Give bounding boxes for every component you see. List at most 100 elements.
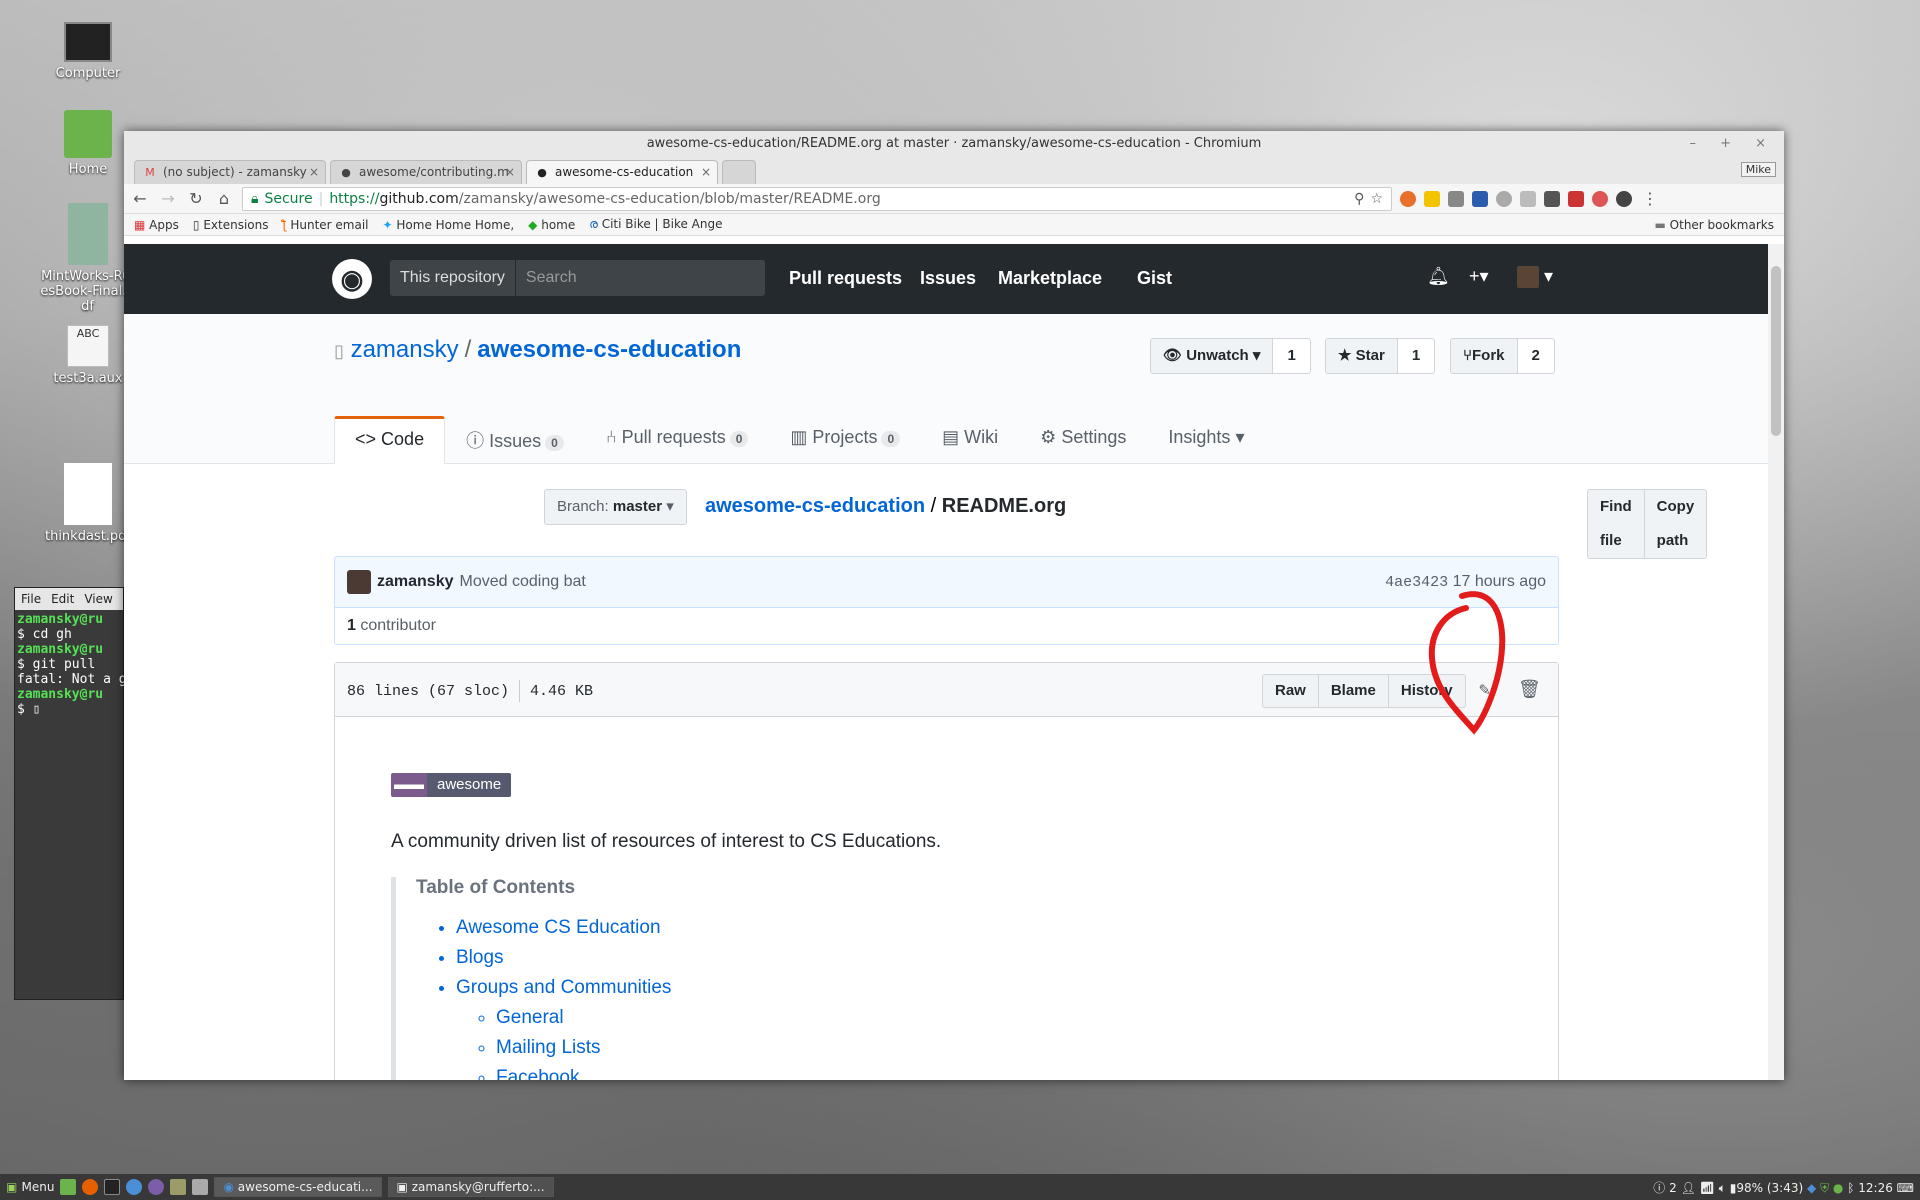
home-icon[interactable]: ⌂ bbox=[214, 189, 234, 208]
extension-icon[interactable] bbox=[1544, 190, 1560, 207]
nav-marketplace[interactable]: Marketplace bbox=[998, 268, 1102, 289]
github-logo-icon[interactable]: ◉ bbox=[332, 259, 372, 299]
close-tab-icon[interactable]: × bbox=[505, 161, 515, 183]
tab-wiki[interactable]: ▤ Wiki bbox=[921, 416, 1019, 464]
extension-icon[interactable] bbox=[1472, 190, 1488, 207]
kebab-menu-icon[interactable]: ⋮ bbox=[1640, 189, 1660, 208]
terminal-menu-view[interactable]: View bbox=[84, 592, 112, 606]
profile-button[interactable]: Mike bbox=[1740, 162, 1776, 177]
extension-icon[interactable] bbox=[1568, 190, 1584, 207]
bookmark-star-icon[interactable]: ☆ bbox=[1370, 191, 1383, 207]
bookmark-hunter-email[interactable]: ƪ Hunter email bbox=[282, 218, 368, 232]
terminal-menu-file[interactable]: File bbox=[21, 592, 41, 606]
extension-icon[interactable] bbox=[1616, 190, 1632, 207]
awesome-badge[interactable]: ▬▬ awesome bbox=[391, 773, 512, 797]
header-search[interactable]: This repository Search bbox=[390, 260, 765, 296]
nav-issues[interactable]: Issues bbox=[920, 268, 976, 289]
window-controls[interactable]: – + × bbox=[1689, 131, 1776, 157]
tab-awesome-contributing[interactable]: ● awesome/contributing.m × bbox=[330, 160, 522, 184]
start-menu-button[interactable]: ▣ Menu bbox=[6, 1180, 54, 1194]
tab-pull-requests[interactable]: ⑃ Pull requests 0 bbox=[585, 416, 770, 464]
extension-icon[interactable] bbox=[1400, 190, 1416, 207]
breadcrumb-repo-link[interactable]: awesome-cs-education bbox=[705, 495, 925, 517]
forks-count[interactable]: 2 bbox=[1517, 338, 1555, 374]
nav-pull-requests[interactable]: Pull requests bbox=[789, 268, 902, 289]
close-tab-icon[interactable]: × bbox=[701, 161, 711, 183]
nav-gist[interactable]: Gist bbox=[1137, 268, 1172, 289]
desktop-icon-computer[interactable]: Computer bbox=[33, 22, 143, 81]
extension-icon[interactable] bbox=[1496, 190, 1512, 207]
screenshot-icon[interactable] bbox=[192, 1179, 209, 1195]
toc-sublink[interactable]: Facebook bbox=[496, 1067, 1502, 1080]
other-bookmarks[interactable]: ▬ Other bookmarks bbox=[1655, 218, 1775, 232]
new-plus-icon[interactable]: +▾ bbox=[1469, 266, 1489, 287]
avatar[interactable] bbox=[347, 570, 371, 594]
files-icon[interactable] bbox=[170, 1179, 187, 1195]
terminal-icon[interactable] bbox=[104, 1179, 121, 1195]
fork-button[interactable]: ⑂Fork bbox=[1450, 338, 1518, 374]
tab-issues[interactable]: ⓘ Issues 0 bbox=[445, 416, 585, 464]
clock[interactable]: 12:26 bbox=[1858, 1181, 1893, 1195]
new-tab-button[interactable] bbox=[722, 160, 756, 184]
page-scrollbar[interactable] bbox=[1768, 244, 1784, 1080]
taskbar-app-chromium[interactable]: ◉ awesome-cs-educati... bbox=[214, 1177, 382, 1197]
toc-link[interactable]: Awesome CS Education bbox=[456, 917, 1502, 939]
chromium-icon[interactable] bbox=[126, 1179, 143, 1195]
terminal-window[interactable]: File Edit View zamansky@ru $ cd gh zaman… bbox=[14, 587, 127, 1000]
extension-icon[interactable] bbox=[1448, 190, 1464, 207]
tab-insights[interactable]: Insights ▾ bbox=[1147, 416, 1265, 464]
show-desktop-icon[interactable] bbox=[60, 1179, 77, 1195]
bookmark-home-home[interactable]: ✦ Home Home Home, bbox=[383, 218, 515, 232]
toc-sublink[interactable]: General bbox=[496, 1007, 1502, 1029]
close-tab-icon[interactable]: × bbox=[309, 161, 319, 183]
update-icon[interactable]: ● bbox=[1833, 1181, 1843, 1195]
star-button[interactable]: ★ Star bbox=[1325, 338, 1398, 374]
toc-link[interactable]: Groups and Communities General Mailing L… bbox=[456, 977, 1502, 1080]
address-bar[interactable]: 🔒︎ Secure | https://github.com/zamansky/… bbox=[242, 186, 1392, 211]
bookmark-home[interactable]: ◆ home bbox=[528, 218, 575, 232]
bookmark-citi-bike[interactable]: ര Citi Bike | Bike Ange bbox=[589, 217, 722, 232]
tab-settings[interactable]: ⚙ Settings bbox=[1019, 416, 1147, 464]
repo-owner-link[interactable]: zamansky bbox=[351, 336, 459, 363]
notifications-bell-icon[interactable]: 🔔︎ bbox=[1427, 266, 1450, 287]
stargazers-count[interactable]: 1 bbox=[1397, 338, 1436, 374]
forward-icon[interactable]: → bbox=[158, 189, 178, 208]
firefox-icon[interactable] bbox=[82, 1179, 99, 1195]
blame-button[interactable]: Blame bbox=[1318, 674, 1389, 708]
emacs-icon[interactable] bbox=[148, 1179, 165, 1195]
unwatch-button[interactable]: 👁︎ Unwatch ▾ bbox=[1150, 338, 1274, 374]
volume-icon[interactable]: 🔈︎ bbox=[1719, 1181, 1726, 1195]
tab-code[interactable]: <> Code bbox=[334, 416, 446, 464]
toc-sublink[interactable]: Mailing Lists bbox=[496, 1037, 1502, 1059]
watchers-count[interactable]: 1 bbox=[1273, 338, 1311, 374]
commit-author[interactable]: zamansky bbox=[377, 573, 454, 591]
info-icon[interactable]: ⓘ bbox=[1653, 1181, 1665, 1195]
commit-message[interactable]: Moved coding bat bbox=[460, 573, 586, 591]
bookmark-extensions[interactable]: ▯ Extensions bbox=[193, 218, 269, 232]
contributors-summary[interactable]: 1 contributor bbox=[334, 607, 1559, 645]
tab-gmail[interactable]: M (no subject) - zamansky × bbox=[134, 160, 326, 184]
bluetooth-icon[interactable]: ᛒ bbox=[1847, 1181, 1854, 1195]
network-icon[interactable]: 📶︎ bbox=[1700, 1181, 1715, 1195]
terminal-menu-edit[interactable]: Edit bbox=[51, 592, 74, 606]
find-file-button[interactable]: Find file bbox=[1587, 489, 1645, 559]
tab-projects[interactable]: ▥ Projects 0 bbox=[769, 416, 921, 464]
bookmark-apps[interactable]: ▦ Apps bbox=[134, 218, 179, 232]
keyboard-icon[interactable]: ⌨ bbox=[1897, 1181, 1914, 1195]
repo-name-link[interactable]: awesome-cs-education bbox=[477, 336, 741, 363]
avatar[interactable]: ▾ bbox=[1517, 266, 1553, 289]
branch-select[interactable]: Branch: master ▾ bbox=[544, 489, 687, 525]
shield-icon[interactable]: ⛨ bbox=[1820, 1181, 1829, 1195]
copy-path-button[interactable]: Copy path bbox=[1644, 489, 1708, 559]
extension-icon[interactable] bbox=[1592, 190, 1608, 207]
zoom-icon[interactable]: ⚲ bbox=[1354, 191, 1364, 207]
extension-icon[interactable] bbox=[1424, 190, 1440, 207]
extension-icon[interactable] bbox=[1520, 190, 1536, 207]
dropbox-icon[interactable]: ◆ bbox=[1807, 1181, 1816, 1195]
reload-icon[interactable]: ↻ bbox=[186, 189, 206, 208]
user-icon[interactable]: 👤︎ bbox=[1681, 1181, 1696, 1195]
back-icon[interactable]: ← bbox=[130, 189, 150, 208]
taskbar-app-terminal[interactable]: ▣ zamansky@rufferto:... bbox=[387, 1177, 554, 1197]
tab-awesome-cs-education[interactable]: ● awesome-cs-education × bbox=[526, 160, 718, 184]
raw-button[interactable]: Raw bbox=[1262, 674, 1319, 708]
